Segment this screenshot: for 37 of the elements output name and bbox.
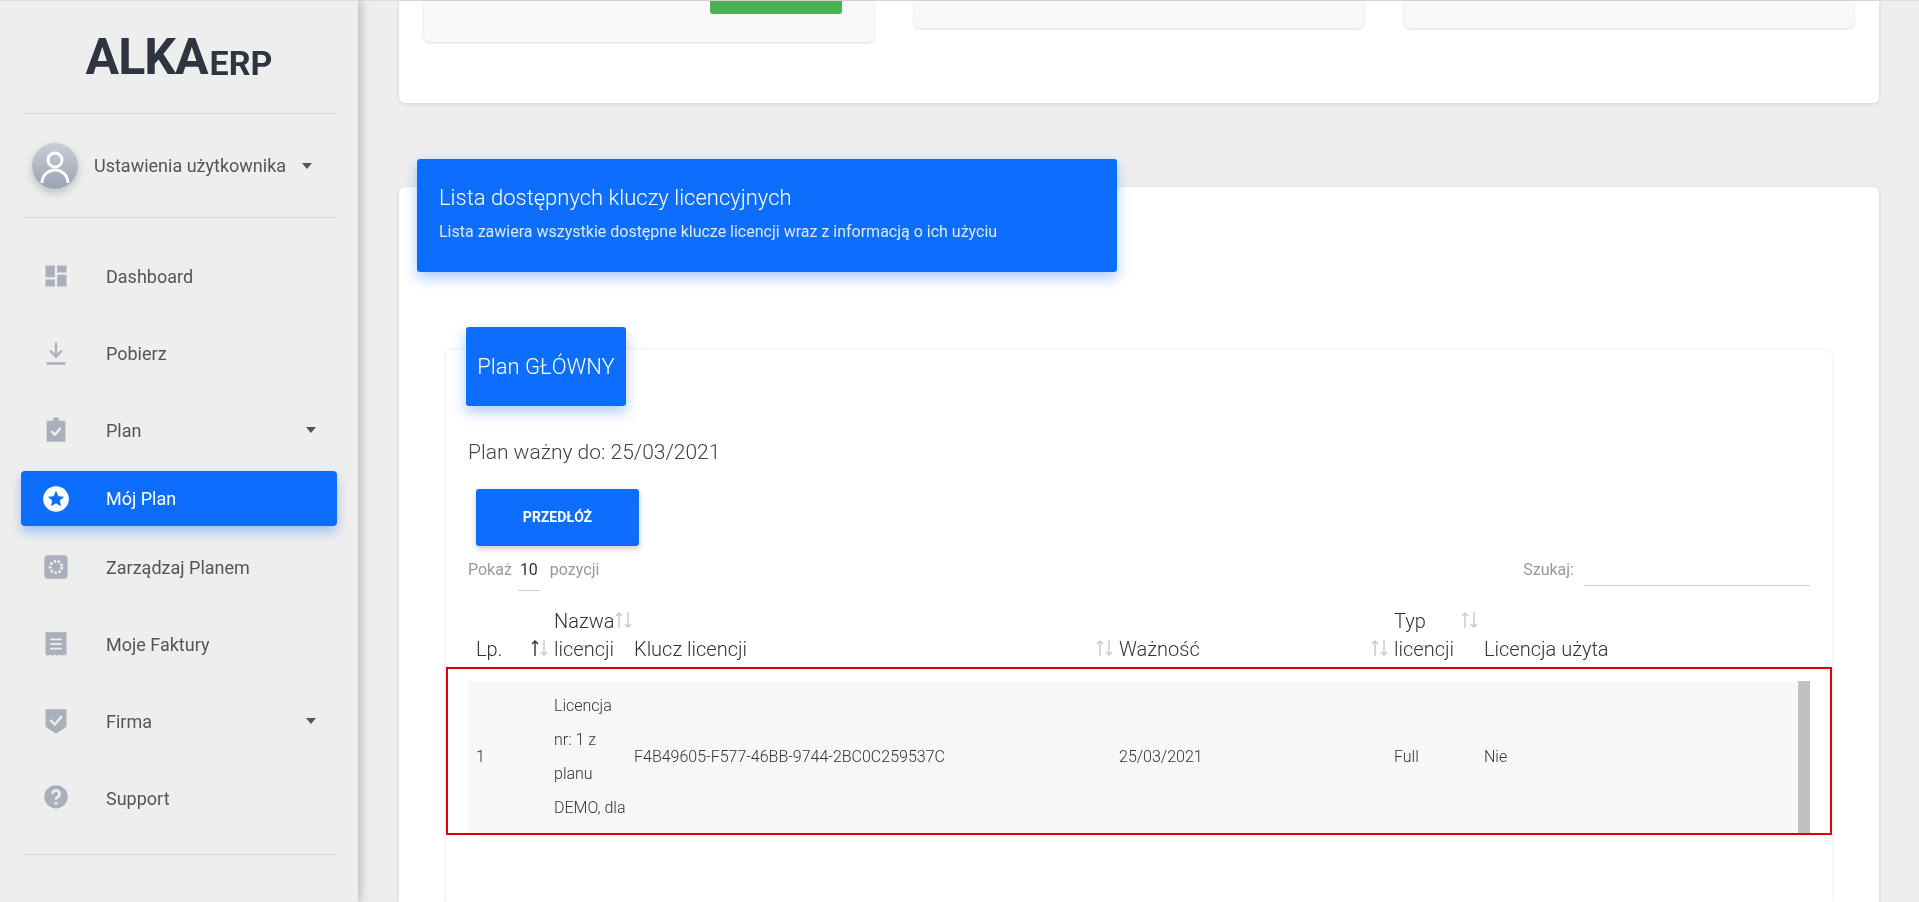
user-menu[interactable]: Ustawienia użytkownika xyxy=(32,114,326,217)
sidebar-item[interactable]: Moje Faktury xyxy=(21,608,337,680)
column-header: Klucz licencji xyxy=(634,635,748,663)
gear-icon xyxy=(42,553,70,581)
show-label: Pokaż xyxy=(468,558,512,581)
sidebar-item[interactable]: Zarządzaj Planem xyxy=(21,531,337,603)
table-cell-text: F4B49605-F577-46BB-9744-2BC0C259537C xyxy=(634,745,946,768)
plan-title: Plan GŁÓWNY xyxy=(466,327,626,406)
sort-icon[interactable] xyxy=(530,638,550,657)
extend-button[interactable]: PRZEDŁÓŻ xyxy=(476,488,639,546)
logo: ALKAERP xyxy=(85,32,273,82)
card-title: Lista dostępnych kluczy licencyjnych xyxy=(439,184,793,212)
page-size-select[interactable]: 10 xyxy=(517,557,540,591)
table-cell-text: 1 xyxy=(476,745,486,768)
table-cell-text: Nie xyxy=(1484,745,1509,768)
sidebar-item[interactable]: Dashboard xyxy=(21,240,337,312)
table-cell-text: 25/03/2021 xyxy=(1119,745,1204,768)
sidebar-item[interactable]: Support xyxy=(21,762,337,834)
column-header: Typ licencji xyxy=(1394,607,1455,663)
plan-validity: Plan ważny do: 25/03/2021 xyxy=(468,439,722,466)
sidebar-item[interactable]: Pobierz xyxy=(21,317,337,389)
sidebar-item[interactable]: Firma xyxy=(21,685,337,757)
column-header: Nazwa licencji xyxy=(554,607,615,663)
scrollbar[interactable] xyxy=(1798,680,1810,833)
table-cell-text: Full xyxy=(1394,745,1420,768)
table-cell-text: Licencja nr: 1 z planu DEMO, dla xyxy=(554,694,627,819)
card-subtitle: Lista zawiera wszystkie dostępne klucze licencji wraz z informacją o ich użyciu xyxy=(439,221,999,243)
action-button[interactable] xyxy=(710,1,842,14)
avatar-icon xyxy=(32,142,78,189)
search-label: Szukaj: xyxy=(1523,558,1574,581)
column-header: Licencja użyta xyxy=(1484,635,1609,663)
table-row[interactable]: 1 Licencja nr: 1 z planu DEMO, dla F4B49605-F577-46BB-9744-2BC0C259537C 25/03/2021 Full Nie xyxy=(468,680,1798,833)
sidebar-item[interactable]: Plan xyxy=(21,394,337,466)
column-header: Lp. xyxy=(476,635,503,663)
sidebar-item[interactable]: Mój Plan xyxy=(21,471,337,526)
column-header: Ważność xyxy=(1119,635,1200,663)
show-suffix: pozycji xyxy=(549,558,600,581)
